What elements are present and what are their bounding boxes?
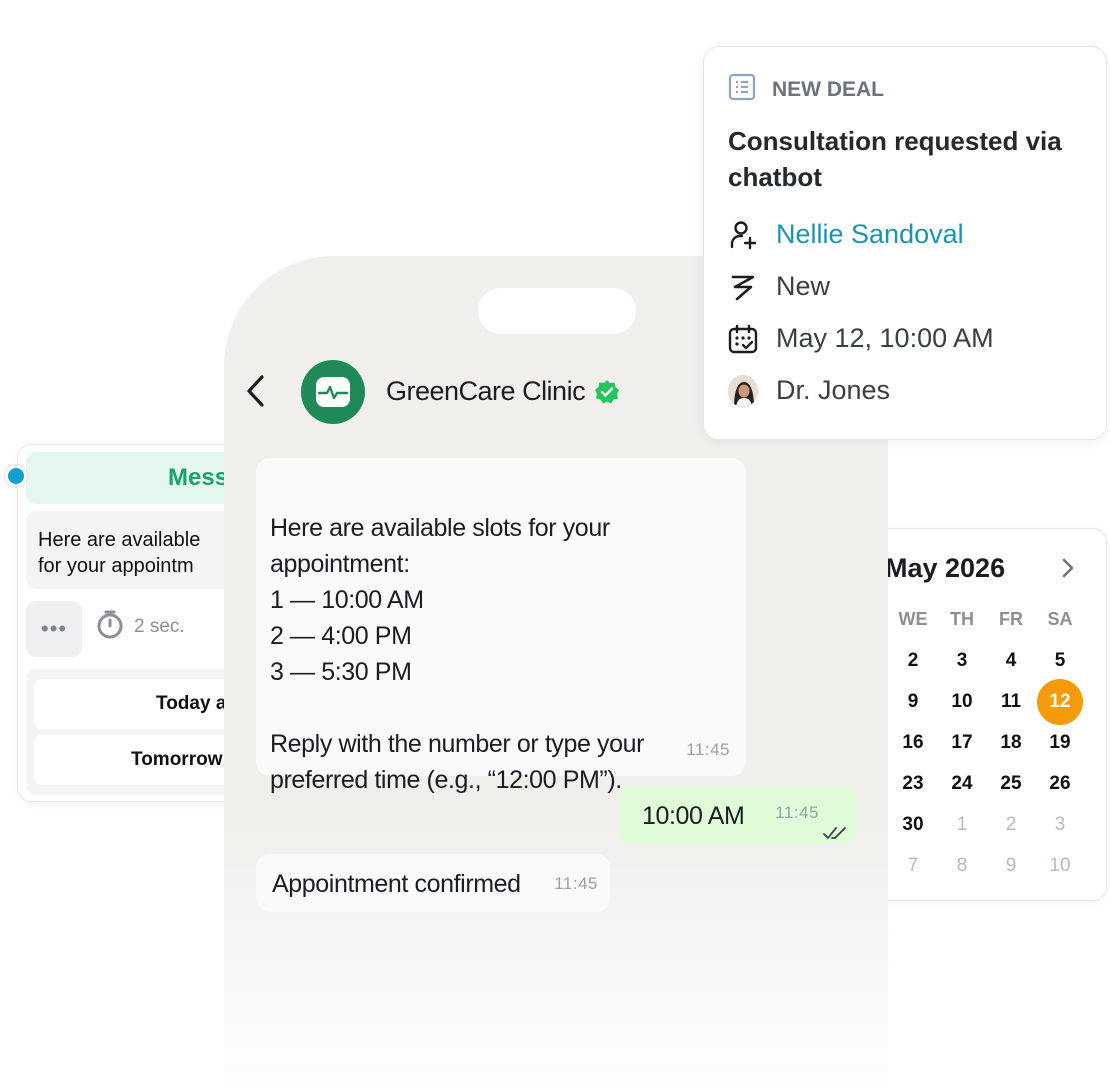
deal-tag: NEW DEAL xyxy=(728,73,884,107)
outgoing-message-bubble: 10:00 AM 11:45 xyxy=(619,786,857,844)
calendar-day[interactable]: 8 xyxy=(938,845,986,886)
double-check-icon xyxy=(823,814,847,839)
stopwatch-icon xyxy=(96,609,124,645)
calendar-day[interactable]: 25 xyxy=(987,763,1035,804)
calendar-day[interactable]: 3 xyxy=(938,640,986,681)
calendar-day[interactable]: 17 xyxy=(938,722,986,763)
chevron-right-icon[interactable] xyxy=(1055,555,1081,581)
flow-connector-dot[interactable] xyxy=(5,465,27,487)
message-text: Appointment confirmed xyxy=(272,870,521,898)
deal-owner-row: Dr. Jones xyxy=(728,374,891,407)
message-time: 11:45 xyxy=(554,874,598,893)
calendar-day[interactable]: 10 xyxy=(1036,845,1084,886)
calendar-day[interactable]: 2 xyxy=(889,640,937,681)
calendar-day[interactable]: 4 xyxy=(987,640,1035,681)
chat-contact-name: GreenCare Clinic xyxy=(386,376,586,406)
typing-indicator: ••• xyxy=(26,601,82,657)
heartbeat-icon xyxy=(316,377,350,407)
calendar-day[interactable]: 7 xyxy=(889,845,937,886)
message-time: 11:45 xyxy=(686,740,730,759)
incoming-message-bubble: Here are available slots for your appoin… xyxy=(256,458,746,794)
deal-date: May 12, 10:00 AM xyxy=(776,323,994,353)
deal-tag-label: NEW DEAL xyxy=(772,78,884,101)
message-text: 10:00 AM xyxy=(642,802,745,830)
verified-badge-icon xyxy=(594,379,620,405)
calendar-day[interactable]: 2 xyxy=(987,804,1035,845)
calendar-weekday-header: FR xyxy=(999,609,1023,629)
calendar-day[interactable]: 18 xyxy=(987,722,1035,763)
delay-value: 2 sec. xyxy=(134,616,185,637)
dynamic-island xyxy=(478,288,636,334)
calendar-day[interactable]: 3 xyxy=(1036,804,1084,845)
calendar-day[interactable]: 10 xyxy=(938,681,986,722)
deal-date-row: May 12, 10:00 AM xyxy=(728,323,994,354)
message-text: Here are available slots for your appoin… xyxy=(270,514,645,794)
calendar-day[interactable]: 9 xyxy=(889,681,937,722)
list-document-icon xyxy=(728,73,756,107)
calendar-weekday-header: WE xyxy=(898,609,928,629)
back-arrow-icon[interactable] xyxy=(244,374,268,408)
calendar-day[interactable]: 5 xyxy=(1036,640,1084,681)
calendar-weekday-header: TH xyxy=(950,609,974,629)
deal-stage: New xyxy=(776,271,831,301)
calendar-day[interactable]: 11 xyxy=(987,681,1035,722)
deal-stage-row: New xyxy=(728,271,830,302)
calendar-weekday-header: SA xyxy=(1047,609,1073,629)
calendar-day[interactable]: 16 xyxy=(889,722,937,763)
calendar-day[interactable]: 24 xyxy=(938,763,986,804)
owner-avatar xyxy=(728,374,758,407)
calendar-day[interactable]: 1 xyxy=(938,804,986,845)
deal-owner: Dr. Jones xyxy=(776,375,891,405)
calendar-card: May 2026 WE TH FR SA 2 3 4 5 9 10 11 12 16 17 18 19 23 24… xyxy=(860,528,1107,901)
pipeline-stage-icon xyxy=(728,272,758,302)
message-time: 11:45 xyxy=(775,803,819,822)
deal-contact-link[interactable]: Nellie Sandoval xyxy=(776,219,964,250)
calendar-day[interactable]: 9 xyxy=(987,845,1035,886)
calendar-check-icon xyxy=(728,324,758,354)
incoming-message-bubble: Appointment confirmed 11:45 xyxy=(256,854,610,912)
calendar-day[interactable]: 23 xyxy=(889,763,937,804)
calendar-day[interactable]: 26 xyxy=(1036,763,1084,804)
calendar-day[interactable]: 30 xyxy=(889,804,937,845)
flow-message-text: Here are available for your appointm xyxy=(38,529,201,577)
deal-title: Consultation requested via chatbot xyxy=(728,126,1062,192)
calendar-day[interactable]: 19 xyxy=(1036,722,1084,763)
calendar-month-label: May 2026 xyxy=(885,553,1006,583)
user-add-icon xyxy=(728,220,758,250)
clinic-avatar[interactable] xyxy=(301,360,365,424)
calendar-day-selected[interactable]: 12 xyxy=(1036,679,1084,725)
delay-setting[interactable]: 2 sec. xyxy=(96,609,185,645)
deal-contact-row[interactable]: Nellie Sandoval xyxy=(728,219,964,250)
deal-card[interactable]: NEW DEAL Consultation requested via chat… xyxy=(703,46,1107,440)
